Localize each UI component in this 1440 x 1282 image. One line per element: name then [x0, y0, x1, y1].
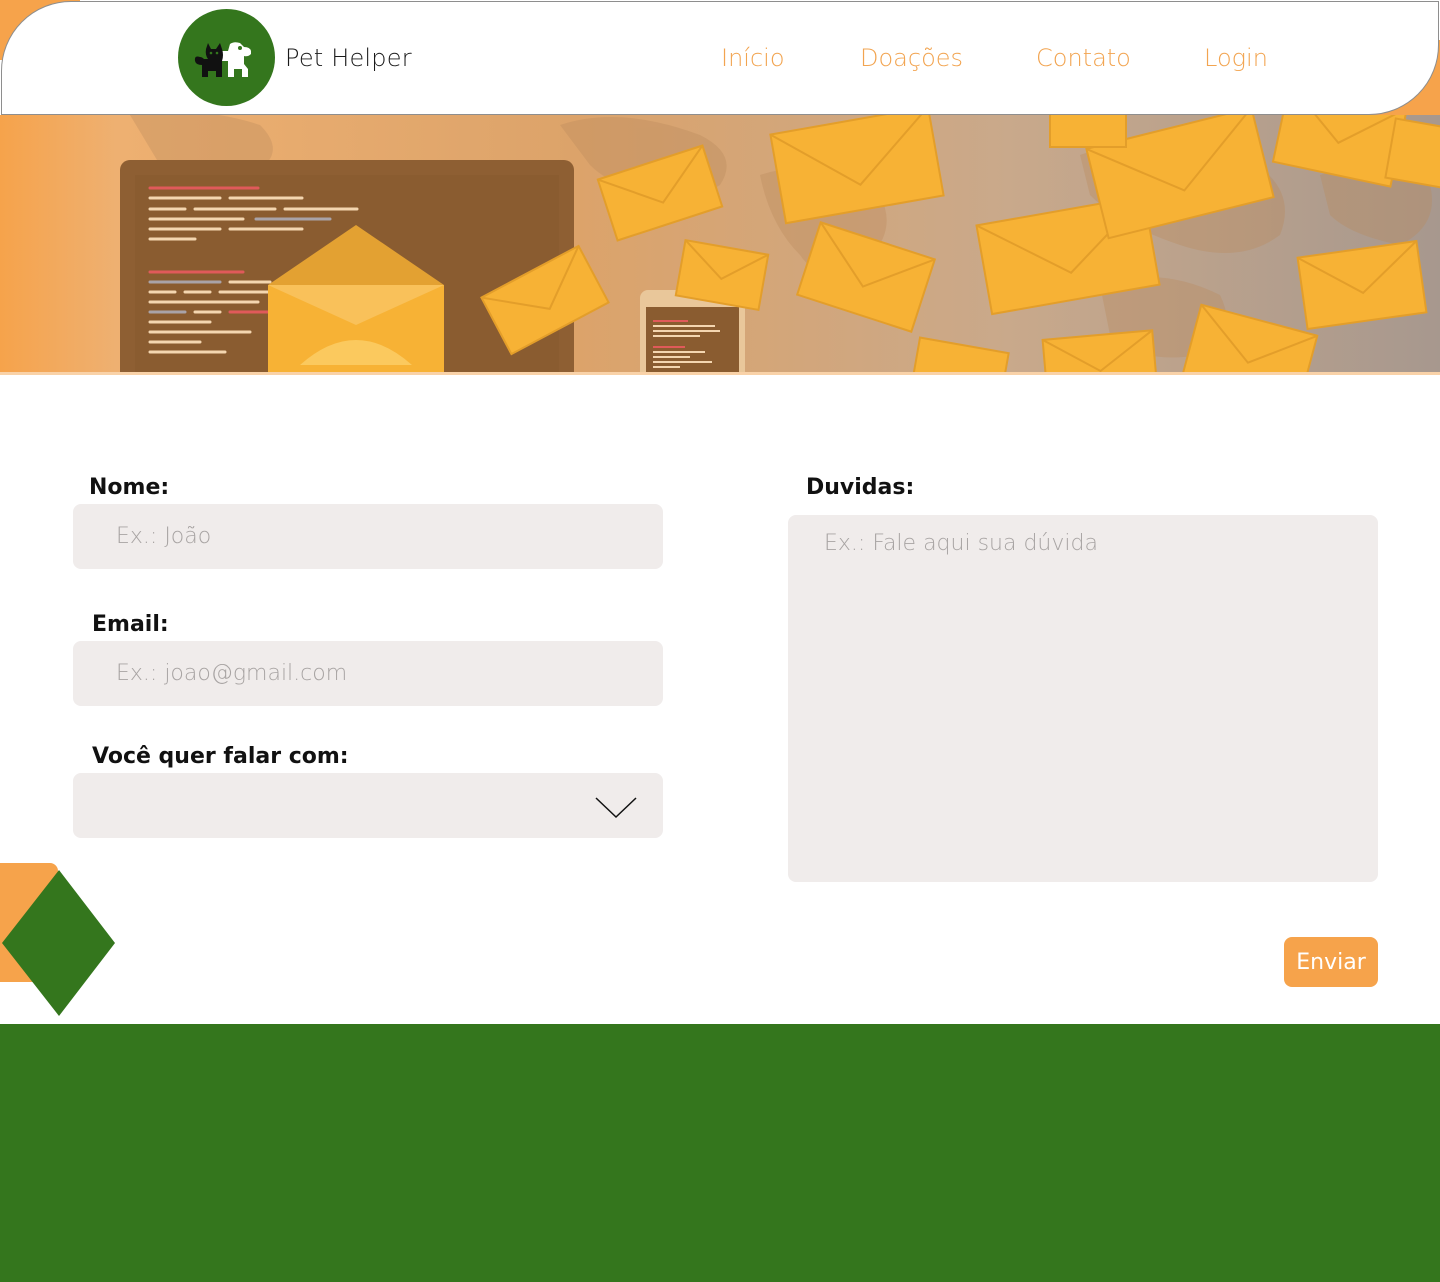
questions-textarea[interactable] [788, 515, 1378, 882]
contact-with-select[interactable] [73, 773, 663, 838]
contact-with-label: Você quer falar com: [92, 744, 349, 769]
site-header: Pet Helper Início Doações Contato Login [1, 1, 1439, 115]
email-label: Email: [92, 612, 169, 637]
nav-inicio[interactable]: Início [721, 44, 785, 72]
logo[interactable] [178, 9, 275, 106]
green-diamond-decoration [2, 870, 115, 1016]
chevron-down-icon [595, 797, 637, 819]
hero-banner [0, 115, 1440, 373]
mail-illustration [120, 115, 1440, 373]
submit-button[interactable]: Enviar [1284, 937, 1378, 987]
nav-contato[interactable]: Contato [1036, 44, 1131, 72]
name-input[interactable] [73, 504, 663, 569]
name-label: Nome: [89, 475, 170, 500]
email-input[interactable] [73, 641, 663, 706]
cat-dog-icon [194, 42, 251, 77]
site-footer [0, 1024, 1440, 1282]
banner-divider [0, 372, 1440, 375]
contact-page: Pet Helper Início Doações Contato Login [0, 0, 1440, 1282]
brand-name[interactable]: Pet Helper [285, 44, 412, 72]
nav-doacoes[interactable]: Doações [860, 44, 963, 72]
questions-label: Duvidas: [806, 475, 915, 500]
nav-login[interactable]: Login [1204, 44, 1268, 72]
